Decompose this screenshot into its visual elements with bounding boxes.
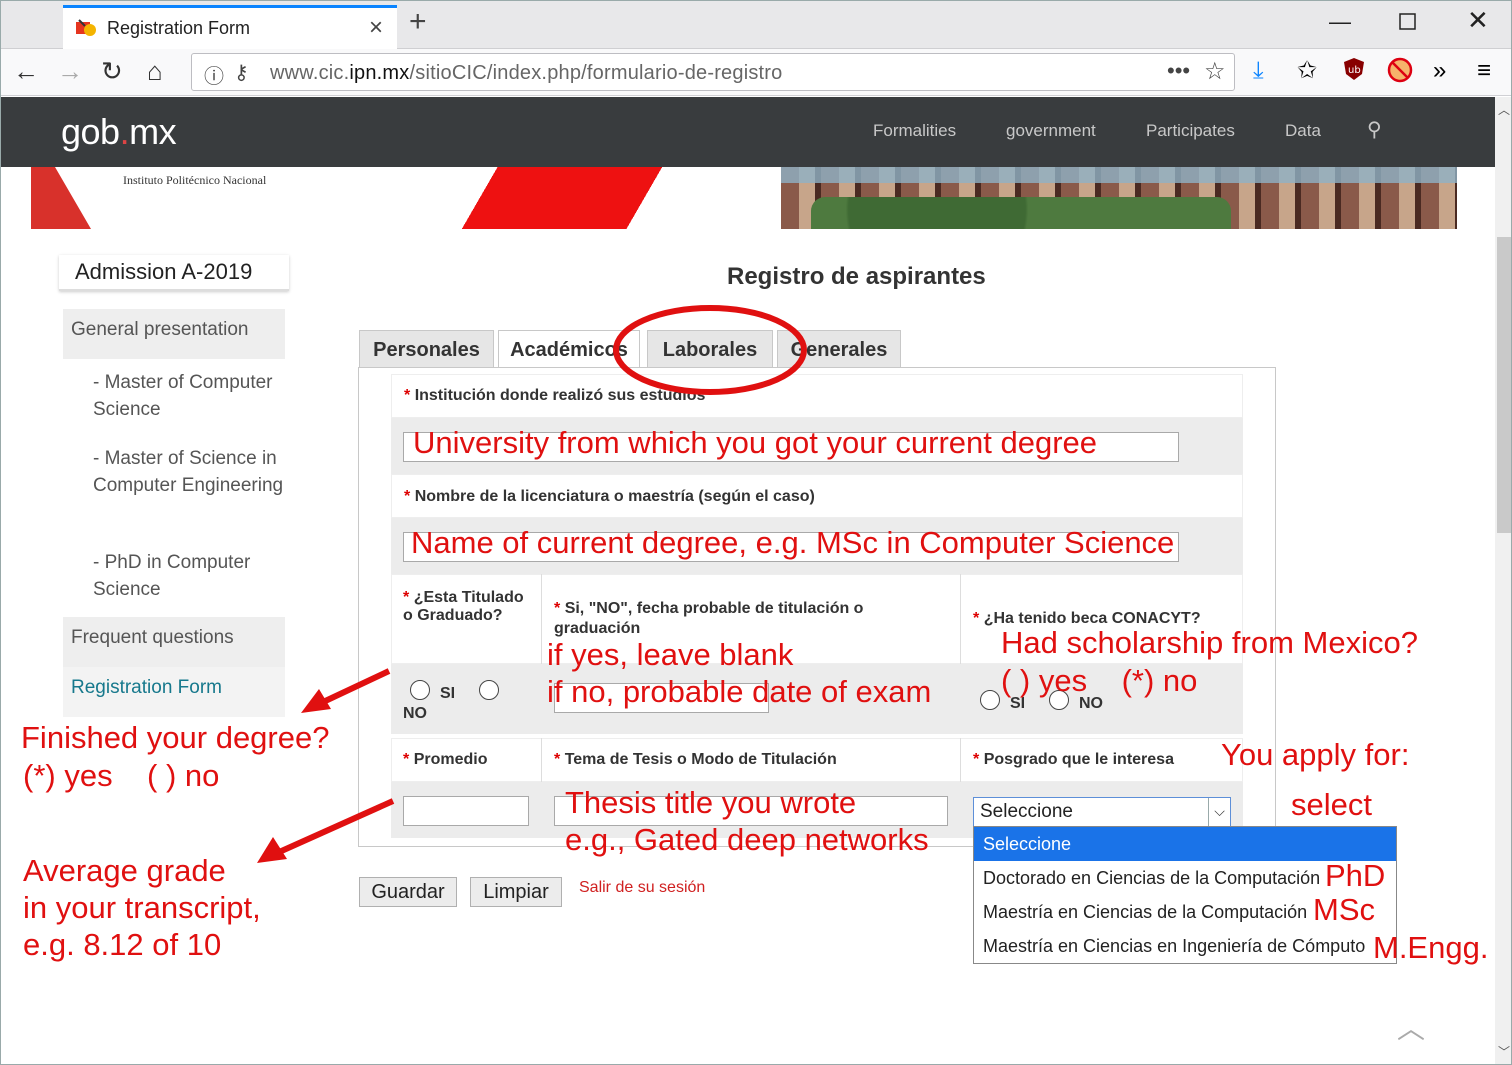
bookmark-star-icon[interactable]: ☆	[1204, 57, 1226, 86]
annotation-phd: PhD	[1325, 858, 1386, 893]
forward-icon[interactable]: →	[57, 57, 83, 85]
annotation-thesis: Thesis title you wrote	[565, 785, 857, 820]
nav-formalities[interactable]: Formalities	[873, 121, 956, 141]
info-icon[interactable]: ⓘ	[204, 60, 224, 89]
nav-data[interactable]: Data	[1285, 121, 1321, 141]
annotation-scholarship: Had scholarship from Mexico?	[1001, 625, 1418, 660]
annotation-meng: M.Engg.	[1373, 930, 1489, 965]
option-maestria-ic[interactable]: Maestría en Ciencias en Ingeniería de Có…	[974, 929, 1396, 963]
nav-government[interactable]: government	[1006, 121, 1096, 141]
url-text[interactable]: www.cic.ipn.mx/sitioCIC/index.php/formul…	[270, 62, 783, 85]
tab-title: Registration Form	[107, 18, 251, 38]
annotation-if-yes: if yes, leave blank	[547, 637, 794, 672]
degree-name-label: * Nombre de la licenciatura o maestría (…	[391, 474, 1243, 518]
annotation-select: select	[1291, 787, 1372, 822]
browser-tabbar: Registration Form × + — ✕	[1, 1, 1511, 49]
sidebar-item-faq[interactable]: Frequent questions	[63, 617, 285, 667]
annotation-degree: Name of current degree, e.g. MSc in Comp…	[411, 525, 1175, 560]
save-button[interactable]: Guardar	[359, 877, 457, 907]
scroll-thumb[interactable]	[1497, 237, 1511, 533]
page-scrollbar[interactable]: ︿ ﹀	[1495, 97, 1511, 1064]
annotation-avg-1: Average grade	[23, 853, 226, 888]
posgrado-select[interactable]: Seleccione ⌵	[973, 797, 1231, 827]
tesis-label: * Tema de Tesis o Modo de Titulación	[554, 751, 837, 768]
annotation-thesis-eg: e.g., Gated deep networks	[565, 822, 929, 857]
annotation-avg-3: e.g. 8.12 of 10	[23, 927, 222, 962]
promedio-input[interactable]	[403, 796, 529, 826]
ipn-banner: Instituto Politécnico Nacional	[31, 167, 1457, 229]
sidebar-item-registration[interactable]: Registration Form	[63, 667, 285, 717]
page-actions-icon[interactable]: •••	[1167, 58, 1190, 84]
option-seleccione[interactable]: Seleccione	[974, 827, 1396, 861]
annotation-scholarship-opts: ( ) yes (*) no	[1001, 663, 1198, 698]
tab-academicos[interactable]: Académicos	[498, 330, 640, 368]
select-value: Seleccione	[980, 801, 1073, 822]
annotation-apply: You apply for:	[1221, 737, 1410, 772]
tab-laborales[interactable]: Laborales	[647, 330, 773, 368]
institution-label: * Institución donde realizó sus estudios	[391, 374, 1243, 418]
maximize-icon[interactable]	[1399, 11, 1417, 37]
reload-icon[interactable]: ↻	[101, 57, 123, 85]
tab-close-icon[interactable]: ×	[369, 14, 383, 42]
annotation-msc: MSc	[1313, 892, 1375, 927]
gob-header: gob.mx Formalities government Participat…	[1, 97, 1495, 167]
site-favicon-icon	[76, 19, 96, 36]
blocker-extension-icon[interactable]	[1387, 57, 1413, 90]
ipn-text: Instituto Politécnico Nacional	[123, 173, 267, 187]
sidebar-item-phd-cs[interactable]: - PhD in Computer Science	[93, 549, 289, 603]
scroll-down-icon[interactable]: ﹀	[1498, 1043, 1510, 1060]
clear-button[interactable]: Limpiar	[470, 877, 562, 907]
back-icon[interactable]: ←	[13, 57, 39, 85]
browser-tab[interactable]: Registration Form ×	[63, 5, 397, 49]
sidebar-item-master-ce[interactable]: - Master of Science in Computer Engineer…	[93, 445, 289, 499]
chevron-down-icon[interactable]: ⌵	[1208, 798, 1230, 826]
annotation-avg-2: in your transcript,	[23, 890, 261, 925]
window-close-icon[interactable]: ✕	[1467, 5, 1489, 36]
library-icon[interactable]: ✩	[1297, 57, 1317, 85]
promedio-label: * Promedio	[403, 751, 488, 768]
titulado-no-radio[interactable]	[479, 680, 499, 700]
new-tab-icon[interactable]: +	[409, 7, 427, 37]
browser-navbar: ← → ↻ ⌂ ⓘ ⚷ www.cic.ipn.mx/sitioCIC/inde…	[1, 49, 1511, 96]
search-icon[interactable]: ⚲	[1367, 117, 1382, 142]
sidebar-item-master-cs[interactable]: - Master of Computer Science	[93, 369, 289, 423]
scroll-top-icon[interactable]: ︿	[1397, 1007, 1425, 1047]
scroll-up-icon[interactable]: ︿	[1498, 101, 1510, 118]
overflow-chevron-icon[interactable]: »	[1433, 57, 1446, 85]
fecha-label: * Si, "NO", fecha probable de titulación…	[554, 600, 864, 637]
home-icon[interactable]: ⌂	[147, 57, 163, 85]
ublock-icon[interactable]: ub	[1343, 57, 1365, 88]
posgrado-label: * Posgrado que le interesa	[973, 751, 1174, 768]
sidebar-title: Admission A-2019	[59, 255, 289, 291]
banner-trees	[811, 197, 1231, 229]
annotation-finished-opts: (*) yes ( ) no	[23, 758, 220, 793]
svg-text:ub: ub	[1348, 65, 1361, 76]
titulado-label: * ¿Esta Titulado o Graduado?	[403, 589, 524, 624]
annotation-finished: Finished your degree?	[21, 720, 330, 755]
menu-icon[interactable]: ≡	[1477, 57, 1491, 85]
annotation-if-no: if no, probable date of exam	[547, 674, 932, 709]
titulado-no-label: NO	[403, 705, 427, 722]
beca-si-radio[interactable]	[980, 690, 1000, 710]
download-icon[interactable]: ⤓	[1253, 57, 1264, 85]
logout-link[interactable]: Salir de su sesión	[579, 879, 705, 897]
minimize-icon[interactable]: —	[1329, 9, 1351, 35]
page-title: Registro de aspirantes	[727, 263, 986, 290]
screen: Registration Form × + — ✕ ← → ↻ ⌂ ⓘ ⚷ ww…	[0, 0, 1512, 1065]
gob-logo[interactable]: gob.mx	[61, 111, 177, 153]
sidebar-item-general[interactable]: General presentation	[63, 309, 285, 359]
banner-red-stripe	[461, 167, 791, 229]
nav-participates[interactable]: Participates	[1146, 121, 1235, 141]
url-bar[interactable]: ⓘ ⚷ www.cic.ipn.mx/sitioCIC/index.php/fo…	[191, 53, 1235, 91]
titulado-si-radio[interactable]	[410, 680, 430, 700]
annotation-university: University from which you got your curre…	[413, 425, 1098, 460]
banner-red-shape	[31, 167, 91, 229]
tab-generales[interactable]: Generales	[777, 330, 901, 368]
tab-personales[interactable]: Personales	[359, 330, 494, 368]
titulado-si-label: SI	[440, 685, 456, 702]
key-icon[interactable]: ⚷	[234, 60, 249, 85]
banner-sky	[781, 167, 1457, 183]
